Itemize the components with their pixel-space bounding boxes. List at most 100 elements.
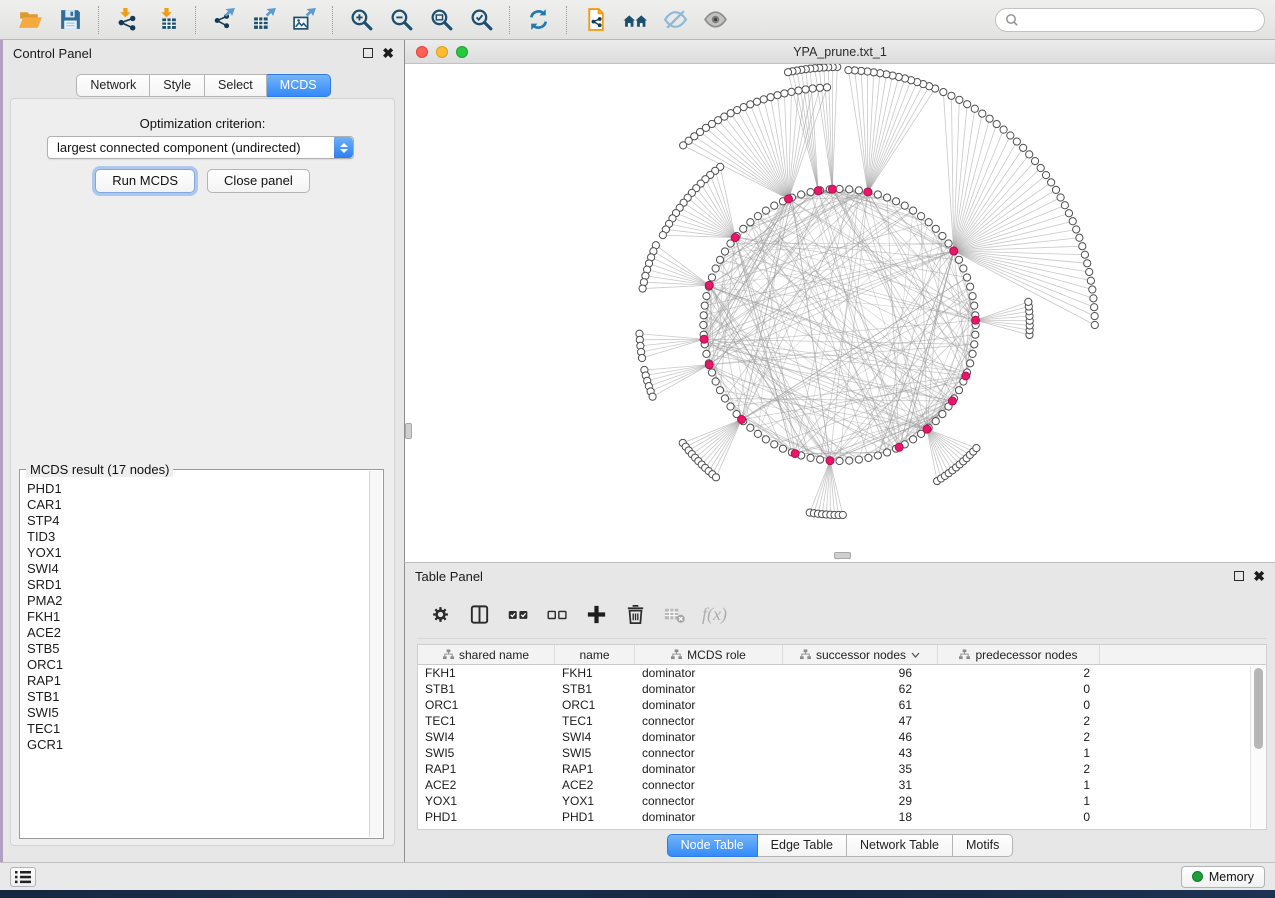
- table-cell: connector: [635, 713, 783, 729]
- table-cell: 46: [783, 729, 938, 745]
- table-row[interactable]: ACE2ACE2connector311: [418, 777, 1266, 793]
- table-cell: [1100, 697, 1266, 713]
- show-columns-button[interactable]: [468, 603, 491, 626]
- zoom-out-button[interactable]: [384, 4, 418, 36]
- network-vertical-scroll-thumb[interactable]: [405, 423, 412, 439]
- mcds-result-item[interactable]: CAR1: [27, 497, 369, 513]
- table-cell: [1100, 681, 1266, 697]
- hide-selected-button[interactable]: [658, 4, 692, 36]
- tab-network[interactable]: Network: [76, 74, 150, 97]
- table-row[interactable]: ORC1ORC1dominator610: [418, 697, 1266, 713]
- table-row[interactable]: YOX1YOX1connector291: [418, 793, 1266, 809]
- table-cell: 0: [938, 697, 1100, 713]
- tab-edge-table[interactable]: Edge Table: [758, 834, 847, 857]
- zoom-in-button[interactable]: [344, 4, 378, 36]
- import-network-button[interactable]: [110, 4, 144, 36]
- network-canvas[interactable]: [405, 64, 1275, 562]
- eye-slash-icon: [663, 7, 688, 32]
- table-row[interactable]: FKH1FKH1dominator962: [418, 665, 1266, 681]
- close-panel-button[interactable]: Close panel: [207, 169, 310, 193]
- zoom-fit-button[interactable]: [424, 4, 458, 36]
- tab-select[interactable]: Select: [205, 74, 267, 97]
- tab-style[interactable]: Style: [150, 74, 205, 97]
- mcds-result-item[interactable]: ACE2: [27, 625, 369, 641]
- tab-node-table[interactable]: Node Table: [667, 834, 758, 857]
- import-table-button[interactable]: [150, 4, 184, 36]
- unselect-all-columns-button[interactable]: [546, 603, 569, 626]
- mcds-result-item[interactable]: YOX1: [27, 545, 369, 561]
- network-titlebar[interactable]: YPA_prune.txt_1: [405, 40, 1275, 64]
- export-table-button[interactable]: [247, 4, 281, 36]
- column-header-mcds-role[interactable]: MCDS role: [635, 645, 783, 664]
- table-cell: 2: [938, 713, 1100, 729]
- mcds-result-item[interactable]: PMA2: [27, 593, 369, 609]
- delete-columns-button[interactable]: [624, 603, 647, 626]
- export-network-icon: [212, 7, 237, 32]
- mcds-result-item[interactable]: STB1: [27, 689, 369, 705]
- table-cell: ORC1: [418, 697, 555, 713]
- refresh-view-button[interactable]: [521, 4, 555, 36]
- table-row[interactable]: STB1STB1dominator620: [418, 681, 1266, 697]
- mcds-result-list[interactable]: PHD1CAR1STP4TID3YOX1SWI4SRD1PMA2FKH1ACE2…: [21, 473, 369, 837]
- table-row[interactable]: SWI4SWI4dominator462: [418, 729, 1266, 745]
- show-all-button[interactable]: [698, 4, 732, 36]
- table-cell: 47: [783, 713, 938, 729]
- table-cell: ORC1: [555, 697, 635, 713]
- mcds-result-item[interactable]: SWI5: [27, 705, 369, 721]
- column-header-shared-name[interactable]: shared name: [418, 645, 555, 664]
- mcds-result-item[interactable]: SRD1: [27, 577, 369, 593]
- mcds-result-item[interactable]: FKH1: [27, 609, 369, 625]
- table-cell: connector: [635, 793, 783, 809]
- search-box[interactable]: [995, 8, 1265, 32]
- criterion-dropdown[interactable]: largest connected component (undirected): [47, 136, 354, 159]
- search-input[interactable]: [1025, 13, 1255, 27]
- table-cell: [1100, 729, 1266, 745]
- save-session-button[interactable]: [53, 4, 87, 36]
- mcds-result-item[interactable]: TEC1: [27, 721, 369, 737]
- mcds-result-item[interactable]: TID3: [27, 529, 369, 545]
- table-row[interactable]: RAP1RAP1dominator352: [418, 761, 1266, 777]
- control-panel: Control Panel ✖ NetworkStyleSelectMCDS O…: [3, 40, 404, 862]
- tab-mcds[interactable]: MCDS: [267, 74, 331, 97]
- table-row[interactable]: TEC1TEC1connector472: [418, 713, 1266, 729]
- tab-motifs[interactable]: Motifs: [953, 834, 1013, 857]
- memory-button[interactable]: Memory: [1181, 866, 1265, 888]
- export-image-button[interactable]: [287, 4, 321, 36]
- export-network-button[interactable]: [207, 4, 241, 36]
- delete-table-icon: [663, 603, 686, 626]
- table-scrollbar[interactable]: [1250, 666, 1265, 828]
- float-panel-icon[interactable]: [1234, 571, 1244, 581]
- table-cell: 2: [938, 665, 1100, 681]
- open-file-button[interactable]: [13, 4, 47, 36]
- table-row[interactable]: SWI5SWI5connector431: [418, 745, 1266, 761]
- duplicate-network-button[interactable]: [578, 4, 612, 36]
- first-neighbors-button[interactable]: [618, 4, 652, 36]
- network-horizontal-scroll-thumb[interactable]: [834, 552, 851, 559]
- table-options-button[interactable]: [429, 603, 452, 626]
- create-column-button[interactable]: [585, 603, 608, 626]
- close-panel-icon[interactable]: ✖: [1253, 571, 1265, 581]
- column-header-predecessor-nodes[interactable]: predecessor nodes: [938, 645, 1100, 664]
- table-row[interactable]: PHD1PHD1dominator180: [418, 809, 1266, 825]
- panel-toggle-button[interactable]: [10, 867, 36, 887]
- run-mcds-button[interactable]: Run MCDS: [95, 169, 195, 193]
- mcds-result-item[interactable]: PHD1: [27, 481, 369, 497]
- mcds-result-item[interactable]: RAP1: [27, 673, 369, 689]
- column-header-name[interactable]: name: [555, 645, 635, 664]
- table-scroll-thumb[interactable]: [1254, 668, 1263, 749]
- float-panel-icon[interactable]: [363, 48, 373, 58]
- column-header-successor-nodes[interactable]: successor nodes: [783, 645, 938, 664]
- table-cell: FKH1: [418, 665, 555, 681]
- mcds-result-item[interactable]: SWI4: [27, 561, 369, 577]
- mcds-result-item[interactable]: STP4: [27, 513, 369, 529]
- close-panel-icon[interactable]: ✖: [382, 48, 394, 58]
- mcds-result-item[interactable]: STB5: [27, 641, 369, 657]
- select-all-columns-button[interactable]: [507, 603, 530, 626]
- mcds-list-scrollbar[interactable]: [369, 471, 382, 837]
- table-cell: PHD1: [555, 809, 635, 825]
- mcds-result-item[interactable]: ORC1: [27, 657, 369, 673]
- function-builder-button-disabled: f(x): [702, 604, 727, 625]
- zoom-selected-button[interactable]: [464, 4, 498, 36]
- tab-network-table[interactable]: Network Table: [847, 834, 953, 857]
- mcds-result-item[interactable]: GCR1: [27, 737, 369, 753]
